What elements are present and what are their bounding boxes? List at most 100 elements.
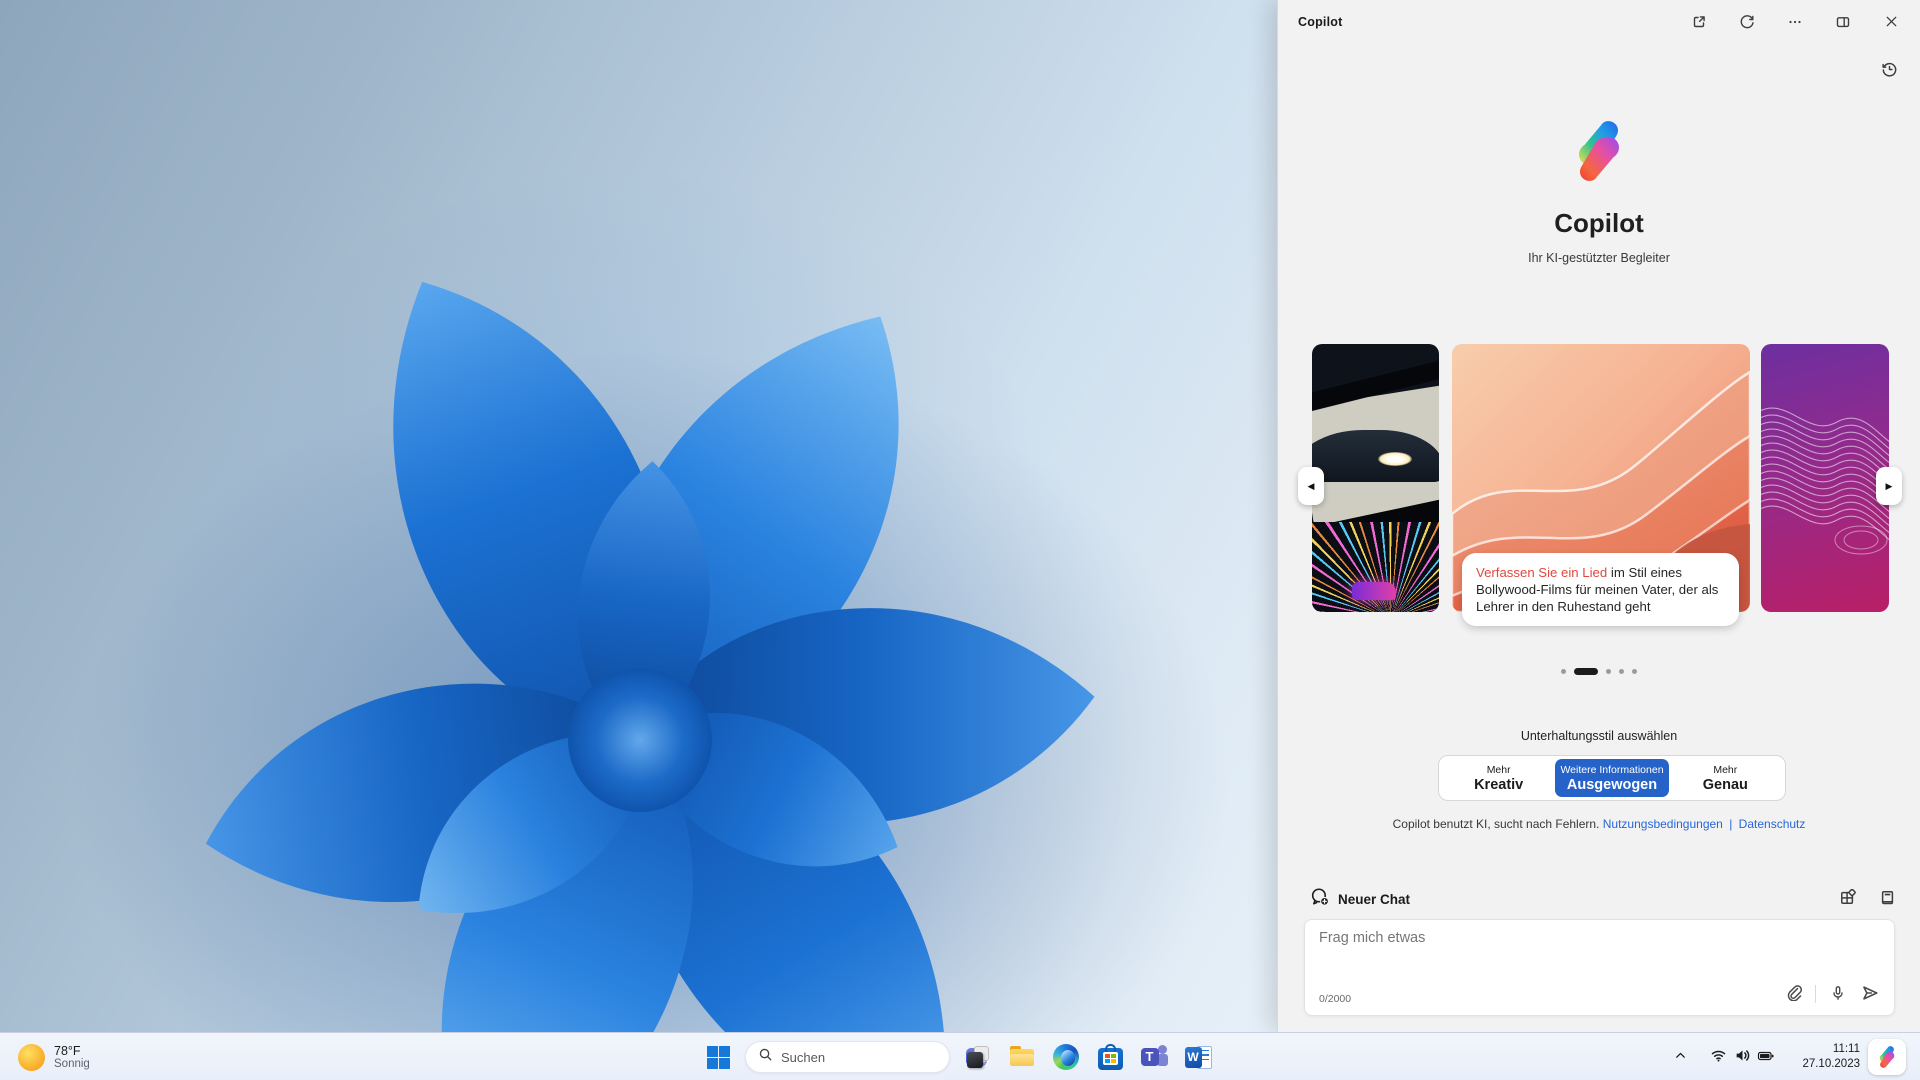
terms-link[interactable]: Nutzungsbedingungen	[1603, 817, 1723, 831]
suggestion-card-comic[interactable]	[1312, 344, 1439, 612]
wallpaper-ambient-light	[0, 0, 1277, 1032]
hero-app-name: Copilot	[1554, 208, 1644, 238]
chat-composer: 0/2000	[1304, 919, 1895, 1016]
plugins-button[interactable]	[1832, 884, 1862, 914]
style-option-precise[interactable]: Mehr Genau	[1669, 759, 1782, 797]
file-explorer-button[interactable]	[1002, 1037, 1042, 1077]
send-icon	[1861, 984, 1879, 1005]
ai-disclaimer: Copilot benutzt KI, sucht nach Fehlern. …	[1278, 817, 1920, 831]
copilot-panel-header: Copilot	[1278, 0, 1920, 46]
taskbar: 78°F Sonnig Suchen T W 11:11 27.10.2023	[0, 1032, 1920, 1080]
split-view-button[interactable]	[1826, 7, 1860, 39]
wifi-icon	[1710, 1047, 1727, 1067]
plugins-icon	[1839, 888, 1856, 909]
copilot-taskbar-button[interactable]	[1868, 1039, 1906, 1075]
mic-icon	[1830, 985, 1846, 1004]
prompt-highlight-text: Verfassen Sie ein Lied	[1476, 565, 1608, 580]
close-icon	[1884, 14, 1899, 32]
copilot-panel: Copilot Copilot Ihr KI-gestützter Beglei…	[1277, 0, 1920, 1032]
tray-overflow-button[interactable]	[1668, 1045, 1692, 1069]
suggestion-card-waves[interactable]	[1761, 344, 1889, 612]
send-button[interactable]	[1856, 980, 1884, 1008]
word-button[interactable]: W	[1178, 1037, 1218, 1077]
history-button[interactable]	[1872, 55, 1906, 87]
screen: Copilot Copilot Ihr KI-gestützter Beglei…	[0, 0, 1920, 1080]
weather-temperature: 78°F	[54, 1044, 81, 1058]
composer-divider	[1815, 985, 1816, 1003]
attach-button[interactable]	[1779, 980, 1807, 1008]
weather-widget[interactable]: 78°F Sonnig	[8, 1033, 100, 1080]
close-button[interactable]	[1874, 7, 1908, 39]
sun-icon	[18, 1043, 45, 1071]
start-button[interactable]	[698, 1037, 738, 1077]
volume-tray-button[interactable]	[1730, 1045, 1754, 1069]
style-option-creative[interactable]: Mehr Kreativ	[1442, 759, 1555, 797]
notebook-button[interactable]	[1872, 884, 1902, 914]
carousel-dot[interactable]	[1606, 669, 1611, 674]
refresh-icon	[1739, 14, 1755, 33]
char-counter: 0/2000	[1319, 993, 1352, 1005]
new-chat-button[interactable]: Neuer Chat	[1310, 884, 1410, 914]
privacy-link[interactable]: Datenschutz	[1739, 817, 1806, 831]
split-view-icon	[1835, 14, 1851, 33]
carousel-dots	[1278, 668, 1920, 675]
teams-icon: T	[1140, 1044, 1168, 1070]
carousel-dot[interactable]	[1561, 669, 1566, 674]
panel-header-actions	[1682, 7, 1908, 39]
more-options-icon	[1787, 14, 1803, 33]
style-option-balanced[interactable]: Weitere Informationen Ausgewogen	[1555, 759, 1669, 797]
battery-icon	[1757, 1048, 1775, 1067]
carousel-next-button[interactable]: ▶	[1876, 467, 1902, 505]
style-option-sublabel: Mehr	[1713, 763, 1738, 776]
carousel-dot[interactable]	[1632, 669, 1637, 674]
search-input[interactable]	[781, 1049, 957, 1065]
chevron-right-icon: ▶	[1885, 480, 1893, 491]
comic-car-headlight	[1378, 452, 1412, 466]
refresh-button[interactable]	[1730, 7, 1764, 39]
panel-title: Copilot	[1298, 15, 1343, 29]
chevron-up-icon	[1673, 1048, 1688, 1066]
suggested-prompt-bubble[interactable]: Verfassen Sie ein Lied im Stil eines Bol…	[1462, 553, 1739, 626]
clock-time: 11:11	[1832, 1043, 1860, 1055]
open-in-window-button[interactable]	[1682, 7, 1716, 39]
edge-icon	[1053, 1044, 1079, 1070]
mic-button[interactable]	[1824, 980, 1852, 1008]
edge-button[interactable]	[1046, 1037, 1086, 1077]
style-option-label: Genau	[1702, 776, 1748, 793]
word-icon: W	[1184, 1045, 1212, 1070]
copilot-icon	[1875, 1045, 1899, 1069]
task-view-icon	[965, 1044, 991, 1070]
chevron-left-icon: ◀	[1307, 480, 1315, 491]
comic-speeding-car	[1352, 582, 1396, 600]
microsoft-store-button[interactable]	[1090, 1037, 1130, 1077]
carousel-dot-active[interactable]	[1574, 668, 1598, 675]
style-option-label: Ausgewogen	[1566, 776, 1658, 793]
carousel-dot[interactable]	[1619, 669, 1624, 674]
style-option-sublabel: Mehr	[1486, 763, 1511, 776]
chat-input[interactable]	[1319, 930, 1880, 978]
teams-button[interactable]: T	[1134, 1037, 1174, 1077]
copilot-logo	[1566, 118, 1632, 184]
style-picker-heading: Unterhaltungsstil auswählen	[1520, 729, 1678, 743]
paperclip-icon	[1785, 984, 1802, 1004]
windows-logo-icon	[706, 1045, 730, 1069]
new-chat-label: Neuer Chat	[1338, 891, 1411, 907]
purple-lines-art	[1761, 407, 1889, 555]
battery-tray-button[interactable]	[1754, 1045, 1778, 1069]
clock-date: 27.10.2023	[1802, 1058, 1860, 1070]
task-view-button[interactable]	[958, 1037, 998, 1077]
style-option-sublabel: Weitere Informationen	[1560, 763, 1664, 776]
taskbar-clock[interactable]: 11:11 27.10.2023	[1786, 1042, 1860, 1072]
wifi-tray-button[interactable]	[1706, 1045, 1730, 1069]
link-divider: |	[1729, 817, 1733, 831]
carousel-prev-button[interactable]: ◀	[1298, 467, 1324, 505]
desktop-wallpaper	[0, 0, 1277, 1032]
disclaimer-text: Copilot benutzt KI, sucht nach Fehlern.	[1392, 817, 1600, 831]
search-icon	[758, 1047, 773, 1067]
taskbar-search[interactable]	[745, 1041, 988, 1073]
file-explorer-icon	[1009, 1044, 1035, 1070]
comic-car-silhouette	[1312, 430, 1439, 482]
more-options-button[interactable]	[1778, 7, 1812, 39]
notebook-icon	[1879, 889, 1896, 909]
hero-tagline: Ihr KI-gestützter Begleiter	[1528, 251, 1670, 265]
